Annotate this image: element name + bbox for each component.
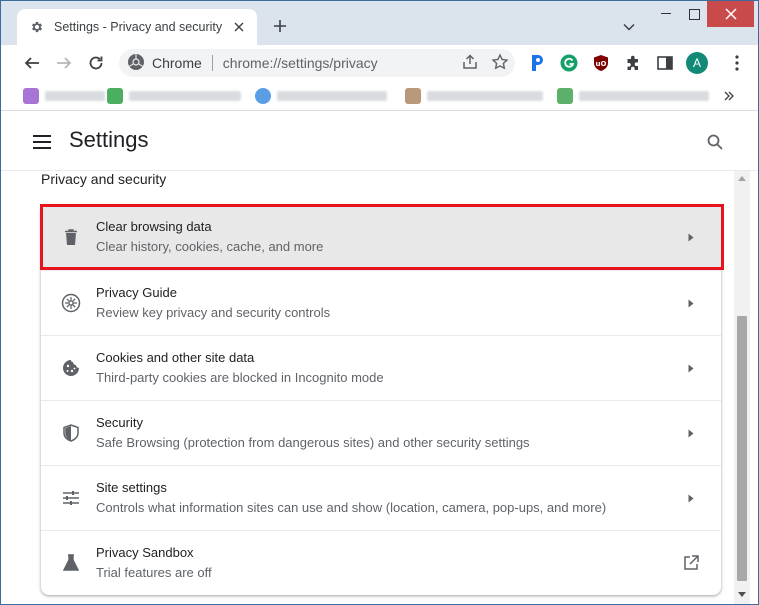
row-subtitle: Third-party cookies are blocked in Incog…: [96, 370, 384, 385]
site-chip-label: Chrome: [152, 55, 202, 71]
share-icon[interactable]: [461, 53, 479, 76]
grammarly-icon[interactable]: [559, 53, 579, 73]
row-label: Privacy Guide: [96, 285, 177, 300]
row-security[interactable]: Security Safe Browsing (protection from …: [41, 400, 721, 465]
gear-icon: [29, 19, 45, 35]
row-label: Site settings: [96, 480, 167, 495]
tab-strip: Settings - Privacy and security: [1, 1, 758, 45]
row-text: Site settings Controls what information …: [96, 479, 606, 517]
window-close-icon[interactable]: [707, 1, 754, 27]
bookmarks-bar: [1, 81, 758, 111]
bookmark-item[interactable]: [255, 87, 387, 105]
tab-close-icon[interactable]: [231, 19, 247, 35]
row-text: Clear browsing data Clear history, cooki…: [96, 218, 323, 256]
browser-window: Settings - Privacy and security Chrome c…: [0, 0, 759, 605]
address-bar[interactable]: Chrome chrome://settings/privacy: [119, 49, 515, 77]
row-subtitle: Review key privacy and security controls: [96, 305, 331, 320]
scroll-up-arrow-icon[interactable]: [737, 173, 747, 183]
maximize-icon[interactable]: [681, 1, 707, 27]
trash-icon: [61, 228, 81, 248]
flask-icon: [61, 553, 81, 573]
extension-blue-p-icon[interactable]: [527, 53, 547, 73]
ublock-icon[interactable]: uO: [591, 53, 611, 73]
row-privacy-sandbox[interactable]: Privacy Sandbox Trial features are off: [41, 530, 721, 595]
row-privacy-guide[interactable]: Privacy Guide Review key privacy and sec…: [41, 270, 721, 335]
bookmark-blurred-label: [427, 91, 543, 101]
bookmark-item[interactable]: [557, 87, 709, 105]
row-subtitle: Safe Browsing (protection from dangerous…: [96, 435, 530, 450]
row-text: Security Safe Browsing (protection from …: [96, 414, 530, 452]
row-text: Privacy Sandbox Trial features are off: [96, 544, 212, 582]
privacy-card: Clear browsing data Clear history, cooki…: [41, 205, 721, 595]
back-arrow-icon[interactable]: [20, 51, 44, 75]
scrollbar-thumb[interactable]: [737, 316, 747, 581]
omnibox-actions: [461, 53, 509, 76]
kebab-menu-icon[interactable]: [727, 53, 747, 73]
row-subtitle: Controls what information sites can use …: [96, 500, 607, 515]
svg-text:uO: uO: [596, 60, 607, 68]
bookmarks-overflow-icon[interactable]: [719, 87, 739, 105]
section-title: Privacy and security: [41, 171, 167, 187]
row-label: Clear browsing data: [96, 219, 212, 234]
compass-icon: [61, 293, 81, 313]
arrow-right-icon: [685, 492, 697, 504]
settings-content: Privacy and security Clear browsing data…: [1, 171, 734, 604]
arrow-right-icon: [685, 427, 697, 439]
bookmark-item[interactable]: [23, 87, 105, 105]
scroll-down-arrow-icon[interactable]: [737, 589, 747, 599]
tab-title: Settings - Privacy and security: [54, 20, 223, 34]
row-subtitle: Trial features are off: [96, 565, 212, 580]
bookmark-favicon: [255, 88, 271, 104]
cookie-icon: [61, 358, 81, 378]
bookmark-favicon: [23, 88, 39, 104]
bookmark-blurred-label: [579, 91, 709, 101]
extensions-puzzle-icon[interactable]: [623, 53, 643, 73]
browser-toolbar: Chrome chrome://settings/privacy uO A: [1, 45, 758, 81]
bookmark-favicon: [557, 88, 573, 104]
row-label: Security: [96, 415, 143, 430]
new-tab-plus-icon[interactable]: [269, 15, 291, 37]
reload-icon[interactable]: [84, 51, 108, 75]
bookmark-item[interactable]: [107, 87, 241, 105]
row-subtitle: Clear history, cookies, cache, and more: [96, 239, 324, 254]
row-cookies[interactable]: Cookies and other site data Third-party …: [41, 335, 721, 400]
arrow-right-icon: [685, 232, 697, 244]
arrow-right-icon: [685, 362, 697, 374]
page-title: Settings: [69, 127, 149, 152]
profile-avatar[interactable]: A: [686, 52, 708, 74]
bookmark-blurred-label: [129, 91, 241, 101]
vertical-scrollbar[interactable]: [734, 171, 750, 604]
tune-icon: [61, 488, 81, 508]
hamburger-menu-icon[interactable]: [32, 132, 52, 152]
search-icon[interactable]: [704, 131, 726, 153]
row-site-settings[interactable]: Site settings Controls what information …: [41, 465, 721, 530]
forward-arrow-icon[interactable]: [52, 51, 76, 75]
url-text[interactable]: chrome://settings/privacy: [223, 55, 378, 71]
row-label: Cookies and other site data: [96, 350, 255, 365]
row-text: Cookies and other site data Third-party …: [96, 349, 384, 387]
chrome-logo-icon: [127, 53, 145, 74]
arrow-right-icon: [685, 297, 697, 309]
chevron-down-icon[interactable]: [619, 17, 639, 37]
minimize-icon[interactable]: [651, 1, 681, 27]
tab-settings[interactable]: Settings - Privacy and security: [17, 9, 257, 45]
bookmark-star-icon[interactable]: [491, 53, 509, 76]
row-clear-browsing-data[interactable]: Clear browsing data Clear history, cooki…: [41, 205, 721, 270]
bookmark-item[interactable]: [405, 87, 543, 105]
open-external-icon[interactable]: [681, 553, 701, 573]
bookmark-blurred-label: [45, 91, 105, 101]
bookmark-blurred-label: [277, 91, 387, 101]
row-text: Privacy Guide Review key privacy and sec…: [96, 284, 330, 322]
side-panel-icon[interactable]: [655, 53, 675, 73]
omnibox-divider: [211, 55, 213, 71]
bookmark-favicon: [405, 88, 421, 104]
settings-page: Settings Privacy and security Clear brow…: [1, 112, 758, 604]
site-info-chip[interactable]: Chrome: [127, 53, 202, 74]
shield-icon: [61, 423, 81, 443]
row-label: Privacy Sandbox: [96, 545, 194, 560]
bookmark-favicon: [107, 88, 123, 104]
